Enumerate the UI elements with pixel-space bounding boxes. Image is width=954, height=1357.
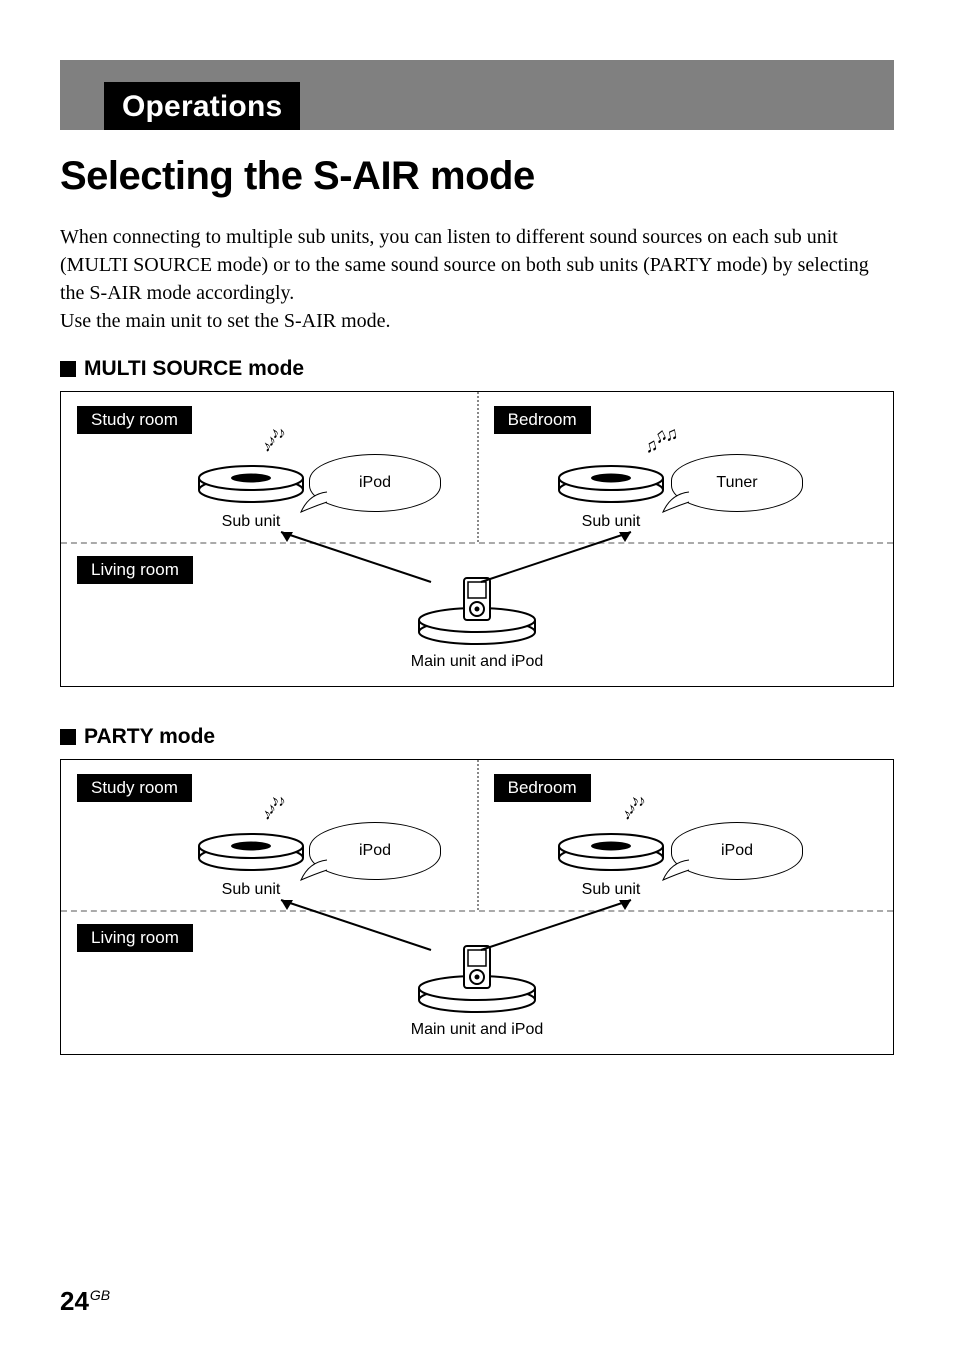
section-header-bar: Operations xyxy=(60,60,894,130)
speaker-right-icon xyxy=(551,830,671,872)
room-label-living: Living room xyxy=(77,556,193,584)
speaker-left-icon xyxy=(191,830,311,872)
page-number: 24GB xyxy=(60,1286,110,1317)
arrow-left-icon xyxy=(261,890,451,960)
bubble-tail-right-icon xyxy=(661,858,691,882)
intro-text: When connecting to multiple sub units, y… xyxy=(60,223,894,335)
bullet-square-icon xyxy=(60,729,76,745)
source-right-text: Tuner xyxy=(716,474,757,492)
arrow-left-icon xyxy=(261,522,451,592)
arrow-right-icon xyxy=(461,522,651,592)
divider-vertical xyxy=(477,760,479,910)
subunit-left: Sub unit xyxy=(191,830,311,899)
main-unit-label: Main unit and iPod xyxy=(407,1021,547,1039)
arrow-right-icon xyxy=(461,890,651,960)
source-left-text: iPod xyxy=(359,842,391,860)
room-label-living: Living room xyxy=(77,924,193,952)
intro-line2: Use the main unit to set the S-AIR mode. xyxy=(60,310,391,332)
room-label-bedroom: Bedroom xyxy=(494,774,591,802)
subunit-left: Sub unit xyxy=(191,462,311,531)
section-header-label: Operations xyxy=(104,82,300,130)
multi-source-heading: MULTI SOURCE mode xyxy=(60,357,894,381)
music-notes-right-icon: ♫♫♫ xyxy=(640,425,680,457)
main-unit-label: Main unit and iPod xyxy=(407,653,547,671)
party-diagram: Study room Bedroom Living room Sub unit … xyxy=(60,759,894,1055)
page-number-suffix: GB xyxy=(90,1287,110,1303)
subunit-right: Sub unit xyxy=(551,830,671,899)
music-notes-left-icon: ♪♪♪♪ xyxy=(259,426,288,451)
bubble-tail-left-icon xyxy=(299,490,329,514)
speaker-right-icon xyxy=(551,462,671,504)
multi-source-heading-text: MULTI SOURCE mode xyxy=(84,357,304,381)
divider-vertical xyxy=(477,392,479,542)
multi-source-diagram: Study room Bedroom Living room Sub unit … xyxy=(60,391,894,687)
speaker-left-icon xyxy=(191,462,311,504)
intro-line1: When connecting to multiple sub units, y… xyxy=(60,226,869,304)
bubble-tail-left-icon xyxy=(299,858,329,882)
subunit-right: Sub unit xyxy=(551,462,671,531)
room-label-study: Study room xyxy=(77,406,192,434)
music-notes-left-icon: ♪♪♪♪ xyxy=(259,794,288,819)
bubble-tail-right-icon xyxy=(661,490,691,514)
party-heading-text: PARTY mode xyxy=(84,725,215,749)
party-heading: PARTY mode xyxy=(60,725,894,749)
room-label-study: Study room xyxy=(77,774,192,802)
room-label-bedroom: Bedroom xyxy=(494,406,591,434)
bullet-square-icon xyxy=(60,361,76,377)
source-right-text: iPod xyxy=(721,842,753,860)
music-notes-right-icon: ♪♪♪♪ xyxy=(619,794,648,819)
page-number-value: 24 xyxy=(60,1286,89,1316)
source-left-text: iPod xyxy=(359,474,391,492)
page-title: Selecting the S-AIR mode xyxy=(60,154,894,199)
